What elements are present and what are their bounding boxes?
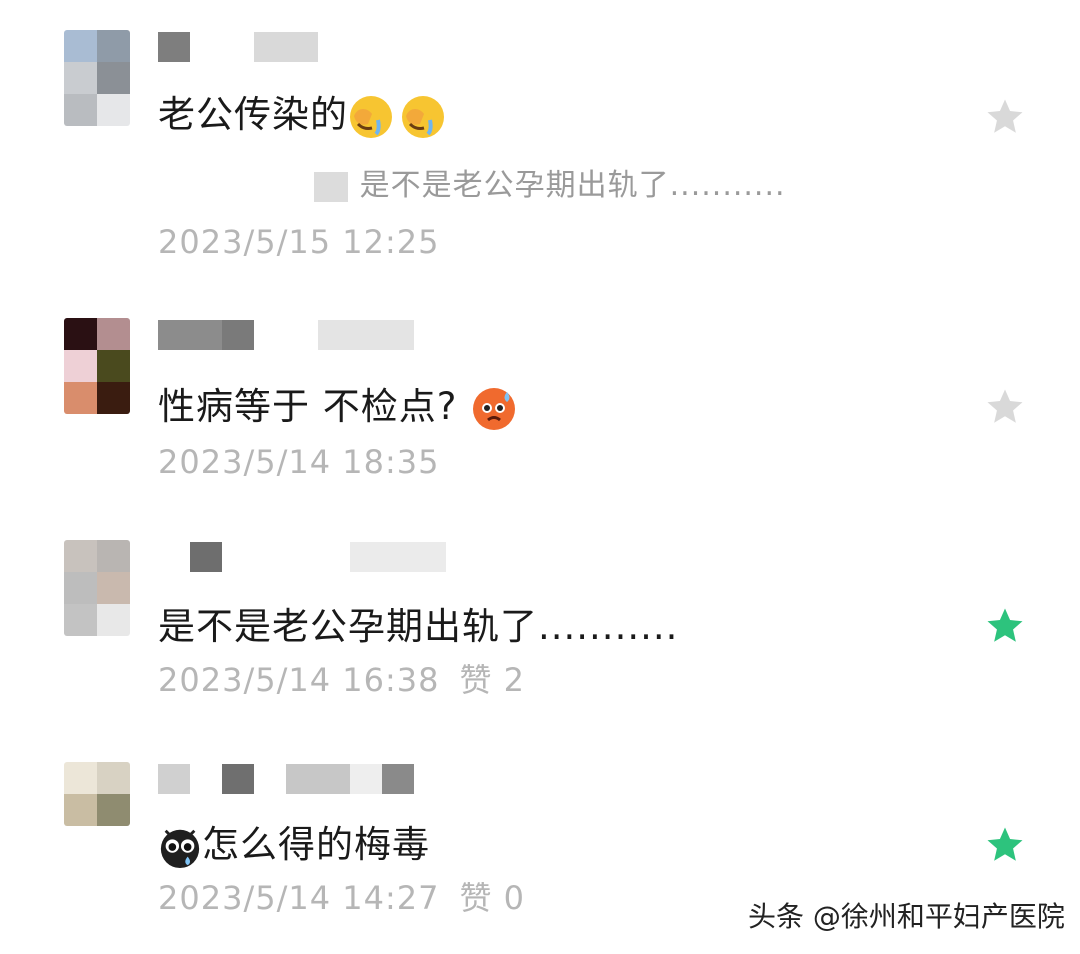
avatar[interactable] <box>64 762 130 826</box>
comment-text: 是不是老公孕期出轨了........... <box>158 605 679 648</box>
comment-time: 2023/5/15 12:25 <box>158 223 440 261</box>
comment-item-1: 老公传染的 : 是不是老公孕期出轨了........... 2023/5/15 … <box>0 30 1080 261</box>
comment-text: 怎么得的梅毒 <box>158 822 430 869</box>
comment-time: 2023/5/14 14:27 赞 0 <box>158 879 526 917</box>
comment-item-2: 性病等于 不检点? 2023/5/14 18:35 <box>0 318 1080 488</box>
comment-item-3: 是不是老公孕期出轨了........... 2023/5/14 16:38 赞 2 <box>0 540 1080 710</box>
source-watermark: 头条 @徐州和平妇产医院 <box>748 900 1065 933</box>
comment-text: 老公传染的 <box>158 92 446 140</box>
crying-eyes-emoji <box>160 829 200 868</box>
avatar[interactable] <box>64 318 130 414</box>
comment-text: 性病等于 不检点? <box>158 384 517 432</box>
star-icon[interactable] <box>984 605 1026 647</box>
star-icon[interactable] <box>984 386 1026 428</box>
facepalm-crying-emoji <box>402 95 444 138</box>
reply-quote[interactable]: : 是不是老公孕期出轨了........... <box>158 166 786 206</box>
comment-time: 2023/5/14 18:35 <box>158 443 440 481</box>
comment-time: 2023/5/14 16:38 赞 2 <box>158 661 526 699</box>
facepalm-crying-emoji <box>350 95 392 138</box>
avatar[interactable] <box>64 540 130 636</box>
star-icon[interactable] <box>984 824 1026 866</box>
reply-username-blurred <box>158 171 348 202</box>
like-count[interactable]: 赞 2 <box>459 661 525 699</box>
star-icon[interactable] <box>984 96 1026 138</box>
avatar[interactable] <box>64 30 130 126</box>
like-count[interactable]: 赞 0 <box>459 879 525 917</box>
anxious-sweat-emoji <box>473 387 516 430</box>
